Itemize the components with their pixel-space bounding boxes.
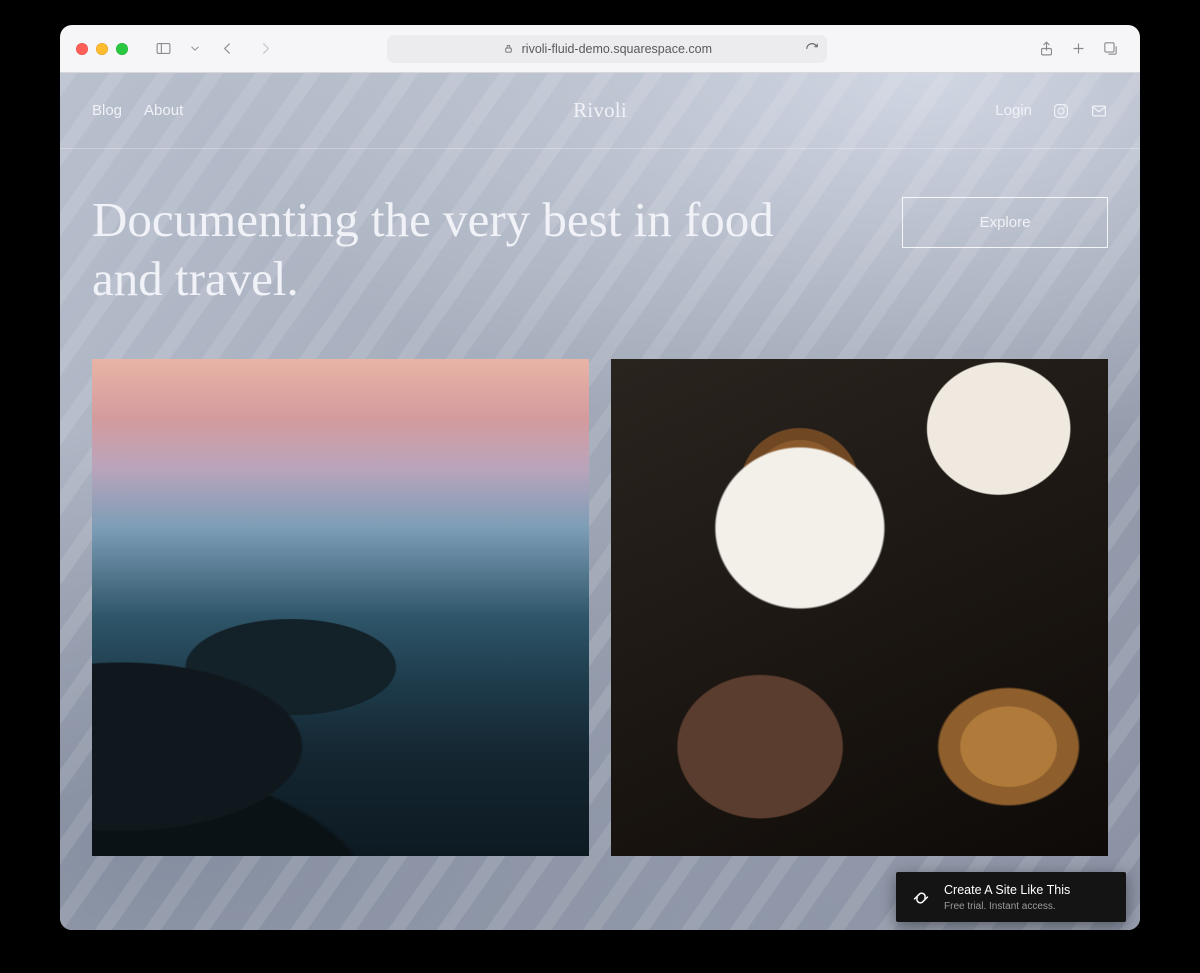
- browser-window: rivoli-fluid-demo.squarespace.com Blog A…: [60, 25, 1140, 930]
- explore-button[interactable]: Explore: [902, 197, 1108, 248]
- post-card[interactable]: [92, 359, 589, 856]
- share-icon[interactable]: [1034, 37, 1060, 61]
- post-grid: [60, 359, 1140, 856]
- login-link[interactable]: Login: [995, 102, 1032, 119]
- nav-link-about[interactable]: About: [144, 102, 183, 119]
- mail-icon[interactable]: [1090, 102, 1108, 120]
- sidebar-toggle-icon[interactable]: [150, 37, 176, 61]
- nav-link-blog[interactable]: Blog: [92, 102, 122, 119]
- primary-nav: Blog About: [92, 102, 183, 119]
- promo-text: Create A Site Like This Free trial. Inst…: [944, 883, 1070, 912]
- post-card[interactable]: [611, 359, 1108, 856]
- page-viewport: Blog About Rivoli Login Documenting the …: [60, 73, 1140, 930]
- squarespace-logo-icon: [910, 887, 932, 909]
- window-controls: [76, 43, 128, 55]
- hero-section: Documenting the very best in food and tr…: [60, 149, 1140, 325]
- back-button-icon[interactable]: [214, 37, 240, 61]
- lock-icon: [503, 43, 514, 54]
- tab-group-dropdown-icon[interactable]: [188, 37, 202, 61]
- site-title: Rivoli: [60, 98, 1140, 123]
- header-right: Login: [995, 102, 1108, 120]
- new-tab-icon[interactable]: [1066, 37, 1092, 61]
- tab-overview-icon[interactable]: [1098, 37, 1124, 61]
- address-bar-text: rivoli-fluid-demo.squarespace.com: [522, 42, 712, 56]
- reload-icon[interactable]: [805, 42, 819, 56]
- promo-subtitle: Free trial. Instant access.: [944, 901, 1070, 912]
- browser-toolbar: rivoli-fluid-demo.squarespace.com: [60, 25, 1140, 73]
- zoom-window-button[interactable]: [116, 43, 128, 55]
- close-window-button[interactable]: [76, 43, 88, 55]
- site-header: Blog About Rivoli Login: [60, 73, 1140, 149]
- forward-button-icon: [252, 37, 278, 61]
- minimize-window-button[interactable]: [96, 43, 108, 55]
- squarespace-promo[interactable]: Create A Site Like This Free trial. Inst…: [896, 872, 1126, 922]
- instagram-icon[interactable]: [1052, 102, 1070, 120]
- promo-title: Create A Site Like This: [944, 883, 1070, 899]
- address-bar[interactable]: rivoli-fluid-demo.squarespace.com: [387, 35, 827, 63]
- hero-heading: Documenting the very best in food and tr…: [92, 191, 852, 309]
